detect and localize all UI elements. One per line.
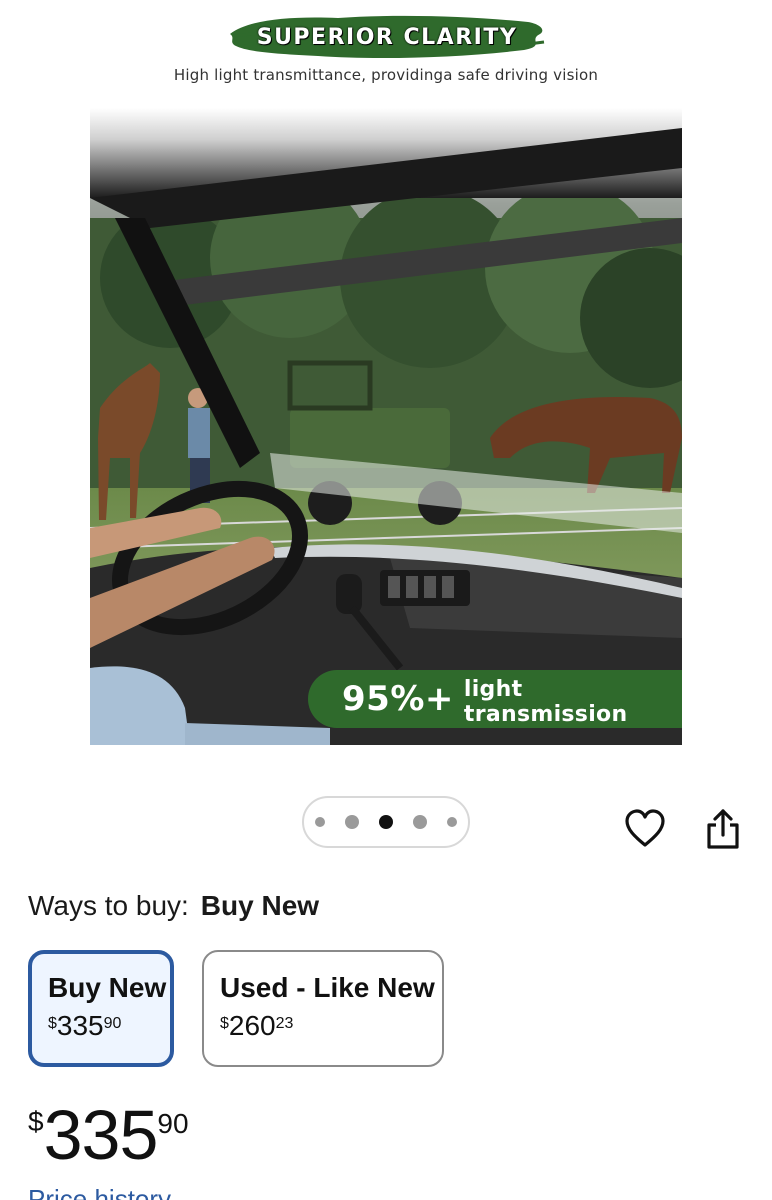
carousel-pagination[interactable]	[302, 796, 470, 848]
option-price: $ 335 90	[48, 1012, 154, 1040]
used-like-new-option[interactable]: Used - Like New $ 260 23	[202, 950, 444, 1067]
main-price-dollars: 335	[43, 1096, 159, 1174]
carousel-dot[interactable]	[315, 817, 325, 827]
price-cents: 23	[275, 1015, 294, 1032]
price-dollars: 260	[228, 1010, 276, 1041]
price-history-link[interactable]: Price history	[28, 1184, 171, 1200]
main-price: $ 335 90	[28, 1100, 189, 1170]
main-price-currency: $	[28, 1106, 44, 1137]
ways-to-buy-row: Ways to buy: Buy New	[28, 890, 319, 922]
badge-percentage: 95%+	[342, 679, 454, 719]
buy-new-option[interactable]: Buy New $ 335 90	[28, 950, 174, 1067]
heart-outline-icon	[625, 809, 665, 847]
price-dollars: 335	[56, 1010, 104, 1041]
price-currency: $	[48, 1015, 57, 1032]
favorite-button[interactable]	[620, 804, 670, 854]
option-name: Used - Like New	[220, 972, 435, 1003]
carousel-dot[interactable]	[345, 815, 359, 829]
main-price-cents: 90	[157, 1108, 189, 1139]
light-transmission-badge: 95%+ light transmission	[308, 670, 682, 728]
share-button[interactable]	[698, 802, 748, 856]
price-currency: $	[220, 1015, 229, 1032]
utv-windshield-photo	[90, 108, 682, 745]
option-name: Buy New	[48, 972, 167, 1003]
badge-caption: light transmission	[463, 677, 628, 727]
banner-title: SUPERIOR CLARITY	[256, 24, 518, 50]
carousel-dot[interactable]	[413, 815, 427, 829]
product-image-carousel[interactable]: SUPERIOR CLARITY High light transmittanc…	[0, 0, 772, 760]
ways-to-buy-label: Ways to buy:	[28, 890, 189, 921]
price-cents: 90	[103, 1015, 122, 1032]
option-price: $ 260 23	[220, 1012, 426, 1040]
carousel-dot-active[interactable]	[379, 815, 393, 829]
image-subheading: High light transmittance, providinga saf…	[173, 66, 599, 84]
share-icon	[707, 809, 739, 849]
carousel-dot[interactable]	[447, 817, 457, 827]
ways-to-buy-selected: Buy New	[200, 890, 320, 921]
banner: SUPERIOR CLARITY	[228, 12, 546, 62]
